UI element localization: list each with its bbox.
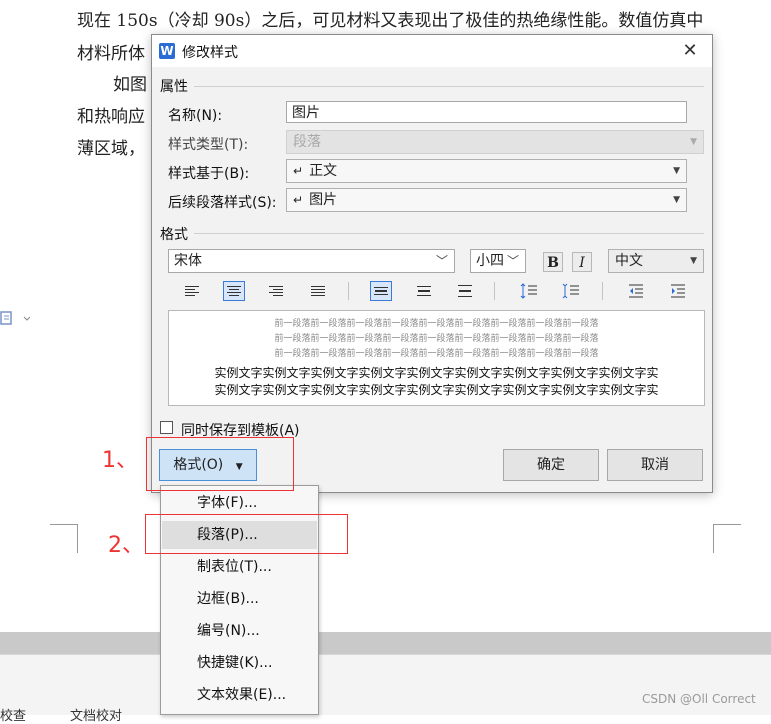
menu-item-borders[interactable]: 边框(B)... bbox=[162, 585, 317, 613]
annotation-box-paragraph-item bbox=[145, 514, 348, 554]
dialog-titlebar[interactable]: W 修改样式 ✕ bbox=[152, 35, 712, 67]
toolbar-separator bbox=[602, 282, 603, 300]
single-spacing-icon[interactable] bbox=[370, 281, 392, 301]
italic-button[interactable]: I bbox=[572, 252, 592, 272]
next-style-select[interactable]: ↵ 图片 ▼ bbox=[286, 188, 687, 212]
style-type-value: 段落 bbox=[293, 134, 321, 150]
next-style-label: 后续段落样式(S): bbox=[168, 195, 277, 211]
doc-line-3: 如图 bbox=[113, 75, 147, 95]
preview-sample-line: 实例文字实例文字实例文字实例文字实例文字实例文字实例文字实例文字实例文字实 bbox=[214, 366, 659, 380]
decrease-indent-icon[interactable] bbox=[625, 281, 647, 301]
page-gap bbox=[0, 632, 771, 654]
save-to-template-checkbox[interactable] bbox=[160, 421, 173, 434]
preview-previous-line: 前一段落前一段落前一段落前一段落前一段落前一段落前一段落前一段落前一段落 bbox=[274, 334, 599, 344]
language-select[interactable]: 中文 ▼ bbox=[608, 249, 704, 273]
modify-style-dialog: W 修改样式 ✕ 属性 名称(N): 图片 样式类型(T): 段落 ▼ 样式基于… bbox=[151, 34, 713, 493]
paragraph-return-icon: ↵ bbox=[293, 193, 304, 207]
font-select[interactable]: 宋体 ﹀ bbox=[168, 249, 455, 273]
size-select[interactable]: 小四 ﹀ bbox=[470, 249, 526, 273]
page-corner-left bbox=[50, 524, 78, 553]
double-spacing-icon[interactable] bbox=[454, 281, 476, 301]
wps-app-icon: W bbox=[159, 43, 175, 59]
chevron-down-icon: ▼ bbox=[673, 166, 680, 176]
name-input[interactable]: 图片 bbox=[286, 101, 687, 123]
name-label: 名称(N): bbox=[168, 108, 223, 124]
doc-check-button[interactable]: 文档校对 bbox=[70, 705, 122, 724]
chevron-down-icon: ▼ bbox=[690, 256, 697, 266]
menu-item-text-effects[interactable]: 文本效果(E)... bbox=[162, 681, 317, 709]
increase-indent-icon[interactable] bbox=[667, 281, 689, 301]
page-corner-right bbox=[713, 524, 741, 553]
toolbar-separator bbox=[494, 282, 495, 300]
decrease-paragraph-spacing-icon[interactable] bbox=[560, 281, 582, 301]
size-value: 小四 bbox=[476, 253, 504, 269]
increase-paragraph-spacing-icon[interactable] bbox=[518, 281, 540, 301]
bold-button[interactable]: B bbox=[543, 252, 563, 272]
close-icon[interactable]: ✕ bbox=[678, 39, 702, 63]
toolbar-separator bbox=[348, 282, 349, 300]
font-value: 宋体 bbox=[174, 253, 202, 269]
annotation-box-format-button bbox=[146, 437, 294, 491]
chevron-down-icon: ▼ bbox=[673, 195, 680, 205]
style-preview: 前一段落前一段落前一段落前一段落前一段落前一段落前一段落前一段落前一段落 前一段… bbox=[168, 310, 705, 406]
chevron-down-icon: ﹀ bbox=[435, 254, 448, 268]
format-section-title: 格式 bbox=[160, 227, 188, 243]
align-right-icon[interactable] bbox=[265, 281, 287, 301]
dialog-title: 修改样式 bbox=[182, 45, 238, 61]
style-type-select: 段落 ▼ bbox=[286, 130, 704, 154]
style-type-label: 样式类型(T): bbox=[168, 137, 249, 153]
preview-previous-line: 前一段落前一段落前一段落前一段落前一段落前一段落前一段落前一段落前一段落 bbox=[274, 319, 599, 329]
doc-line-5: 薄区域， bbox=[77, 139, 145, 159]
chevron-down-icon: ﹀ bbox=[506, 254, 519, 268]
annotation-step-2: 2、 bbox=[108, 533, 144, 558]
properties-divider bbox=[194, 86, 704, 87]
doc-line-2: 材料所体 bbox=[77, 44, 145, 64]
cancel-button[interactable]: 取消 bbox=[607, 449, 703, 481]
align-left-icon[interactable] bbox=[181, 281, 203, 301]
doc-line-1: 现在 150s（冷却 90s）之后，可见材料又表现出了极佳的热绝缘性能。数值仿真… bbox=[77, 11, 704, 31]
paste-options-icon[interactable] bbox=[0, 310, 31, 326]
one-half-spacing-icon[interactable] bbox=[413, 281, 435, 301]
menu-item-shortcut-key[interactable]: 快捷键(K)... bbox=[162, 649, 317, 677]
based-on-value: 正文 bbox=[309, 163, 338, 179]
watermark: CSDN @Oll Correct bbox=[642, 692, 756, 706]
language-value: 中文 bbox=[615, 253, 643, 269]
preview-sample-line-cut: 实例文字实例文字实例文字实例文字实例文字实例文字实例文字实例文字实例文字实 bbox=[214, 383, 659, 397]
annotation-step-1: 1、 bbox=[102, 448, 138, 473]
properties-section-title: 属性 bbox=[160, 79, 188, 95]
chevron-down-icon: ▼ bbox=[690, 137, 697, 147]
menu-item-tabs[interactable]: 制表位(T)... bbox=[162, 553, 317, 581]
next-style-value: 图片 bbox=[309, 192, 338, 208]
format-divider bbox=[194, 233, 704, 234]
paragraph-return-icon: ↵ bbox=[293, 164, 304, 178]
preview-previous-line: 前一段落前一段落前一段落前一段落前一段落前一段落前一段落前一段落前一段落 bbox=[274, 349, 599, 359]
justify-icon[interactable] bbox=[307, 281, 329, 301]
based-on-label: 样式基于(B): bbox=[168, 166, 250, 182]
status-left-text[interactable]: 校查 bbox=[0, 705, 26, 724]
align-center-icon[interactable] bbox=[223, 281, 245, 301]
menu-item-font[interactable]: 字体(F)... bbox=[162, 489, 317, 517]
doc-line-4: 和热响应 bbox=[77, 107, 145, 127]
menu-item-numbering[interactable]: 编号(N)... bbox=[162, 617, 317, 645]
ok-button[interactable]: 确定 bbox=[503, 449, 599, 481]
based-on-select[interactable]: ↵ 正文 ▼ bbox=[286, 159, 687, 183]
